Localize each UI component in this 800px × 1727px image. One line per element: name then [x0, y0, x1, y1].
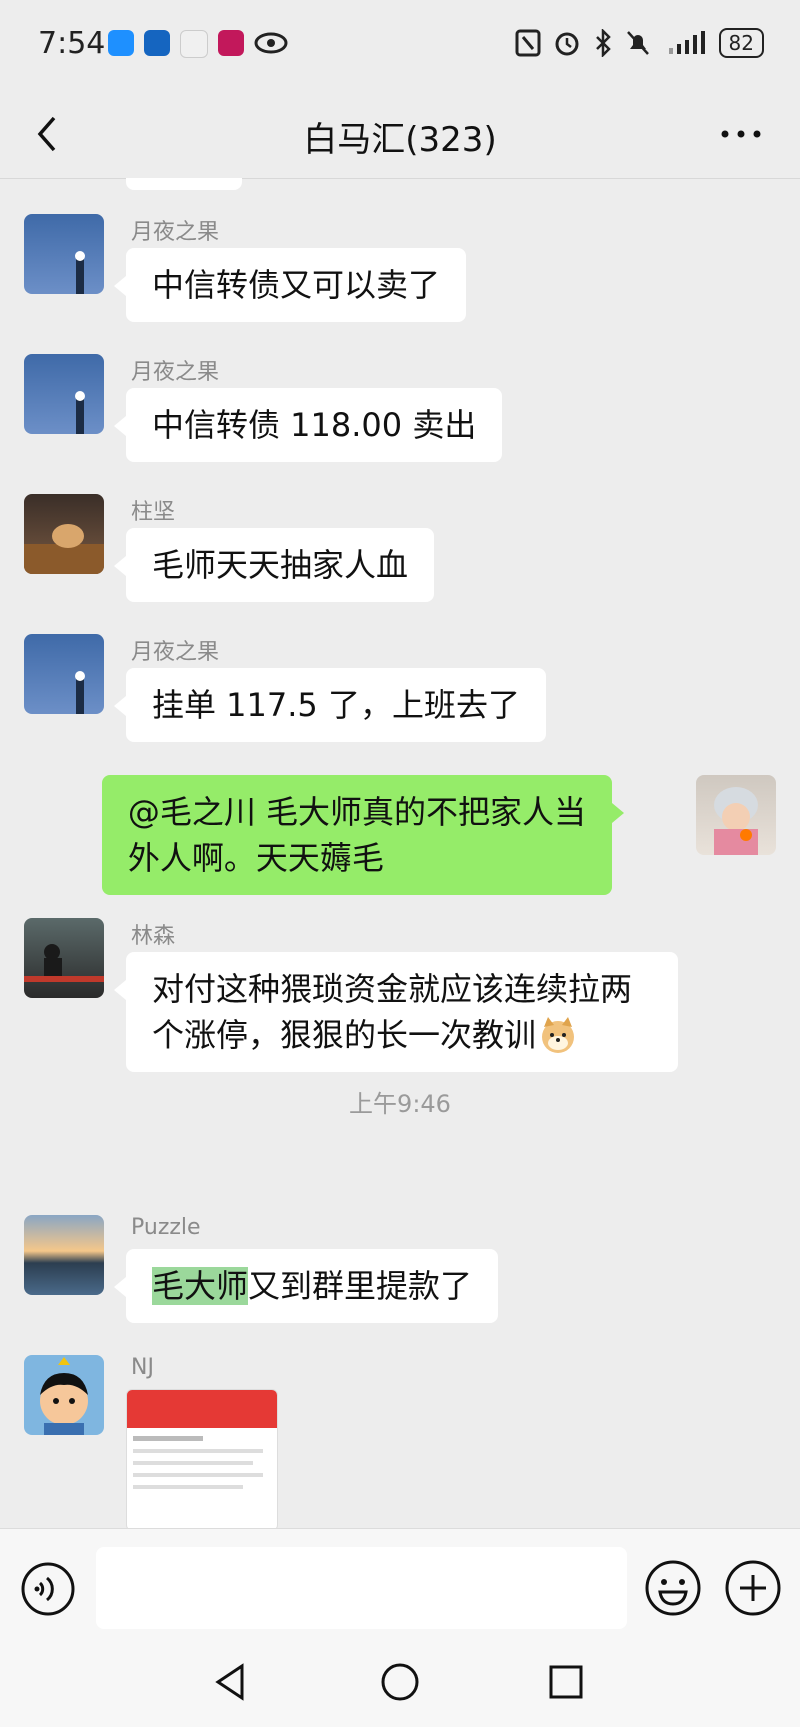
eye-icon — [254, 32, 288, 54]
chat-message-list[interactable]: 月夜之果 中信转债又可以卖了 月夜之果 中信转债 118.00 卖出 柱坚 毛师… — [0, 178, 800, 1528]
message-bubble[interactable]: 毛大师又到群里提款了 — [113, 1249, 499, 1323]
sender-name: 月夜之果 — [131, 640, 220, 665]
alarm-icon — [555, 32, 579, 56]
message-bubble[interactable]: 中信转债又可以卖了 — [113, 248, 467, 322]
chat-header: 白马汇(323) — [0, 90, 800, 179]
system-nav-bar — [0, 1648, 800, 1727]
qq-icon — [180, 30, 208, 58]
sender-name: 月夜之果 — [131, 220, 220, 245]
message-app-icon — [108, 30, 134, 56]
highlighted-text: 毛大师 — [152, 1267, 249, 1305]
more-options-icon[interactable] — [716, 114, 766, 154]
doge-emoji-icon — [542, 1017, 575, 1053]
signal-icon — [668, 31, 705, 54]
sender-name: Puzzle — [131, 1215, 201, 1240]
message-line: 外人啊。天天薅毛 — [127, 839, 384, 877]
avatar[interactable] — [24, 1215, 104, 1295]
message-bubble[interactable]: 中信转债 118.00 卖出 — [113, 388, 503, 462]
nfc-icon — [515, 29, 541, 57]
battery-level: 82 — [718, 28, 764, 58]
avatar[interactable] — [24, 634, 104, 714]
image-message-thumbnail[interactable] — [126, 1389, 278, 1528]
nav-recents-icon[interactable] — [544, 1660, 588, 1704]
voice-input-icon[interactable] — [20, 1561, 76, 1617]
bluetooth-icon — [595, 29, 611, 57]
sender-name: 林森 — [131, 924, 176, 949]
sender-name: NJ — [131, 1355, 154, 1380]
message-bubble[interactable]: 对付这种猥琐资金就应该连续拉两 个涨停，狠狠的长一次教训 — [114, 952, 678, 1072]
message-bubble-self[interactable]: @毛之川 毛大师真的不把家人当 外人啊。天天薅毛 — [101, 775, 625, 895]
avatar[interactable] — [24, 1355, 104, 1435]
mute-bell-icon — [626, 31, 649, 55]
message-bubble[interactable]: 挂单 117.5 了，上班去了 — [114, 668, 546, 742]
system-icons: 82 — [515, 28, 764, 58]
message-text: 又到群里提款了 — [248, 1267, 473, 1305]
notification-icons — [108, 30, 288, 58]
status-time: 7:54 — [38, 26, 106, 61]
time-divider: 上午9:46 — [349, 1090, 451, 1118]
avatar[interactable] — [24, 354, 104, 434]
avatar[interactable] — [24, 214, 104, 294]
message-line: 对付这种猥琐资金就应该连续拉两 — [152, 970, 633, 1008]
nav-back-icon[interactable] — [210, 1660, 254, 1704]
emoji-icon[interactable] — [644, 1559, 702, 1617]
add-attachment-icon[interactable] — [724, 1559, 782, 1617]
message-line: 个涨停，狠狠的长一次教训 — [152, 1016, 537, 1054]
input-bar — [0, 1528, 800, 1649]
avatar[interactable] — [24, 494, 104, 574]
previous-message-bubble — [126, 178, 242, 190]
message-bubble[interactable]: 毛师天天抽家人血 — [113, 528, 435, 602]
nav-home-icon[interactable] — [378, 1660, 422, 1704]
message-input[interactable] — [96, 1547, 627, 1629]
avatar-self[interactable] — [696, 775, 776, 855]
message-line: @毛之川 毛大师真的不把家人当 — [127, 793, 586, 831]
sender-name: 月夜之果 — [131, 360, 220, 385]
status-bar: 7:54 82 — [0, 0, 800, 90]
avatar[interactable] — [24, 918, 104, 998]
browser-app-icon — [144, 30, 170, 56]
sender-name: 柱坚 — [131, 500, 176, 525]
chat-title: 白马汇(323) — [303, 120, 497, 160]
game-app-icon — [218, 30, 244, 56]
